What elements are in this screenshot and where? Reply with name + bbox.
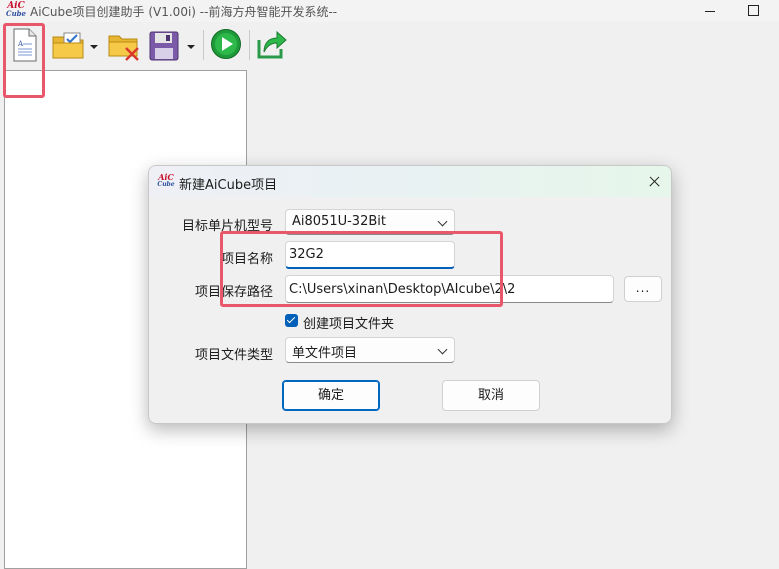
toolbar-separator — [203, 30, 204, 60]
share-arrow-icon — [257, 30, 287, 59]
run-button[interactable] — [210, 28, 242, 60]
window-titlebar: AiC Cube AiCube项目创建助手 (V1.00i) --前海方舟智能开… — [0, 0, 779, 22]
window-title: AiCube项目创建助手 (V1.00i) --前海方舟智能开发系统-- — [30, 5, 338, 19]
app-logo: AiC Cube — [6, 1, 27, 18]
create-folder-checkbox[interactable] — [285, 314, 298, 327]
play-icon — [211, 29, 241, 59]
mcu-model-value: Ai8051U-32Bit — [292, 214, 386, 229]
close-folder-icon — [108, 35, 139, 61]
open-dropdown-icon[interactable] — [90, 45, 98, 49]
file-type-value: 单文件项目 — [292, 346, 358, 361]
dialog-logo: AiC Cube — [157, 172, 175, 188]
cancel-button[interactable]: 取消 — [442, 380, 540, 411]
browse-path-button[interactable]: ... — [624, 276, 662, 302]
annotation-highlight-new-button — [3, 23, 45, 98]
annotation-highlight-name-path — [220, 231, 503, 307]
open-project-button[interactable] — [52, 28, 98, 60]
floppy-disk-icon — [149, 31, 179, 61]
file-type-select[interactable]: 单文件项目 — [285, 337, 455, 363]
toolbar: A — [0, 22, 779, 68]
dialog-title: 新建AiCube项目 — [179, 178, 278, 193]
create-folder-label[interactable]: 创建项目文件夹 — [303, 313, 394, 332]
save-project-button[interactable] — [148, 28, 196, 61]
ok-button[interactable]: 确定 — [282, 380, 380, 411]
open-folder-icon — [52, 32, 84, 59]
export-button[interactable] — [256, 28, 288, 60]
save-dropdown-icon[interactable] — [187, 45, 195, 49]
chevron-down-icon — [437, 216, 448, 227]
file-type-label: 项目文件类型 — [194, 348, 273, 363]
close-project-button[interactable] — [108, 28, 142, 61]
chevron-down-icon — [437, 344, 448, 355]
toolbar-separator — [249, 30, 250, 60]
dialog-close-icon[interactable] — [645, 172, 665, 192]
maximize-button[interactable] — [732, 0, 778, 22]
minimize-button[interactable] — [686, 0, 732, 22]
dialog-titlebar: AiC Cube 新建AiCube项目 — [149, 166, 671, 197]
